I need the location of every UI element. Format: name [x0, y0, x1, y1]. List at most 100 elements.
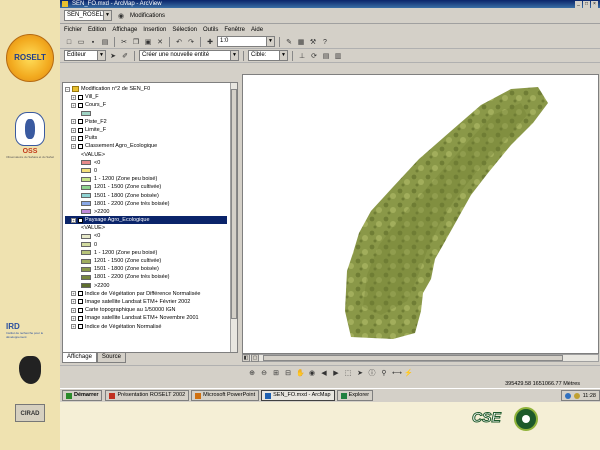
layer-visibility-checkbox[interactable] — [78, 102, 83, 108]
select-features-icon[interactable]: ⬚ — [343, 368, 353, 378]
layer-visibility-checkbox[interactable] — [78, 324, 83, 330]
fixed-zoom-in-icon[interactable]: ⊞ — [271, 368, 281, 378]
tab-source[interactable]: Source — [96, 353, 126, 363]
full-extent-icon[interactable]: ◉ — [307, 368, 317, 378]
expand-icon[interactable]: + — [71, 127, 76, 133]
menu-selection[interactable]: Sélection — [172, 27, 197, 33]
scrollbar-thumb[interactable] — [263, 355, 563, 361]
taskbar-button[interactable]: Présentation ROSELT 2002 — [105, 390, 190, 401]
fixed-zoom-out-icon[interactable]: ⊟ — [283, 368, 293, 378]
menu-window[interactable]: Fenêtre — [224, 27, 245, 33]
arrow-pointer-icon[interactable]: ➤ — [108, 51, 118, 61]
layer-visibility-checkbox[interactable] — [78, 291, 83, 297]
sketch-icon[interactable]: ✐ — [120, 51, 130, 61]
menu-tools[interactable]: Outils — [203, 27, 218, 33]
map-horizontal-scrollbar[interactable] — [242, 354, 599, 362]
layer-row[interactable]: + Piste_F2 — [65, 118, 227, 126]
zoom-in-icon[interactable]: ⊕ — [247, 368, 257, 378]
network-icon[interactable] — [564, 392, 571, 399]
add-data-icon[interactable]: ✚ — [205, 37, 215, 47]
find-icon[interactable]: ⚲ — [379, 368, 389, 378]
layer-row[interactable]: + Indice de Végétation par Différence Nor… — [65, 290, 227, 298]
menu-edit[interactable]: Edition — [88, 27, 106, 33]
expand-icon[interactable]: + — [71, 291, 76, 297]
modifications-label[interactable]: Modifications — [130, 13, 165, 19]
pan-icon[interactable]: ✋ — [295, 368, 305, 378]
layer-row[interactable]: + Paysage Agro_Ecologique — [65, 216, 227, 225]
layer-visibility-checkbox[interactable] — [78, 299, 83, 305]
expand-icon[interactable]: + — [71, 217, 76, 223]
measure-icon[interactable]: ⟷ — [391, 368, 402, 378]
chevron-down-icon[interactable]: ▼ — [279, 51, 287, 60]
expand-icon[interactable]: + — [71, 119, 76, 125]
copy-icon[interactable]: ❐ — [131, 37, 141, 47]
layer-visibility-checkbox[interactable] — [78, 307, 83, 313]
scrollbar-thumb[interactable] — [231, 89, 237, 319]
taskbar-button[interactable]: Microsoft PowerPoint — [191, 390, 260, 401]
layout-view-icon[interactable]: ▢ — [251, 354, 259, 362]
layer-row[interactable]: + Image satellite Landsat ETM+ Février 20… — [65, 298, 227, 306]
menu-view[interactable]: Affichage — [112, 27, 137, 33]
paste-icon[interactable]: ▣ — [143, 37, 153, 47]
back-extent-icon[interactable]: ◀ — [319, 368, 329, 378]
tab-display[interactable]: Affichage — [62, 353, 97, 363]
attributes-icon[interactable]: ▤ — [321, 51, 331, 61]
editor-toolbar-icon[interactable]: ✎ — [284, 37, 294, 47]
layer-row[interactable]: + Limite_F — [65, 126, 227, 134]
title-bar[interactable]: SEN_FO.mxd - ArcMap - ArcView _ □ × — [60, 0, 600, 8]
undo-icon[interactable]: ↶ — [174, 37, 184, 47]
delete-icon[interactable]: ✕ — [155, 37, 165, 47]
data-view-icon[interactable]: ◧ — [242, 354, 250, 362]
catalog-icon[interactable]: ▦ — [296, 37, 306, 47]
scale-combo[interactable]: 1:0 ▼ — [217, 36, 275, 47]
toc-root-frame[interactable]: − Modification n°2 de SEN_F0 — [65, 85, 227, 93]
layer-visibility-checkbox[interactable] — [78, 135, 83, 141]
hyperlink-icon[interactable]: ⚡ — [403, 368, 413, 378]
layer-visibility-checkbox[interactable] — [78, 315, 83, 321]
print-icon[interactable]: ▤ — [100, 37, 110, 47]
layer-row[interactable]: + Cours_F — [65, 101, 227, 109]
clock[interactable]: 11:28 — [583, 393, 596, 399]
expand-icon[interactable]: + — [71, 324, 76, 330]
layer-visibility-checkbox[interactable] — [78, 217, 83, 223]
rotate-icon[interactable]: ⟳ — [309, 51, 319, 61]
open-icon[interactable]: ▭ — [76, 37, 86, 47]
expand-icon[interactable]: + — [71, 102, 76, 108]
map-view[interactable] — [242, 74, 599, 354]
volume-icon[interactable] — [573, 392, 580, 399]
taskbar-button[interactable]: SEN_FO.mxd - ArcMap — [261, 390, 335, 401]
chevron-down-icon[interactable]: ▼ — [103, 11, 111, 20]
layer-row[interactable]: + Classement Agro_Ecologique — [65, 142, 227, 150]
start-button[interactable]: Démarrer — [62, 390, 103, 401]
expand-icon[interactable]: + — [71, 94, 76, 100]
layer-row[interactable]: + Image satellite Landsat ETM+ Novembre 2… — [65, 314, 227, 322]
expand-icon[interactable]: + — [71, 315, 76, 321]
whats-this-icon[interactable]: ? — [320, 37, 330, 47]
maximize-button[interactable]: □ — [583, 0, 590, 8]
expand-icon[interactable]: + — [71, 307, 76, 313]
split-icon[interactable]: ⊥ — [297, 51, 307, 61]
layer-visibility-checkbox[interactable] — [78, 127, 83, 133]
sketch-properties-icon[interactable]: ▥ — [333, 51, 343, 61]
expand-icon[interactable]: + — [71, 299, 76, 305]
chevron-down-icon[interactable]: ▼ — [97, 51, 105, 60]
new-icon[interactable]: □ — [64, 37, 74, 47]
expand-icon[interactable]: + — [71, 143, 76, 149]
layer-row[interactable]: + Vill_F — [65, 93, 227, 101]
expand-icon[interactable]: + — [71, 135, 76, 141]
identify-icon[interactable]: ⓘ — [367, 368, 377, 378]
editor-menu[interactable]: Editeur ▼ — [64, 50, 106, 61]
zoom-out-icon[interactable]: ⊖ — [259, 368, 269, 378]
globe-icon[interactable]: ◉ — [116, 11, 126, 21]
menu-insert[interactable]: Insertion — [143, 27, 166, 33]
chevron-down-icon[interactable]: ▼ — [266, 37, 274, 46]
map-canvas[interactable] — [243, 75, 599, 354]
target-combo[interactable]: Cible: ▼ — [248, 50, 288, 61]
cut-icon[interactable]: ✂ — [119, 37, 129, 47]
layer-visibility-checkbox[interactable] — [78, 94, 83, 100]
collapse-icon[interactable]: − — [65, 86, 70, 92]
close-button[interactable]: × — [591, 0, 598, 8]
select-elements-icon[interactable]: ➤ — [355, 368, 365, 378]
task-combo[interactable]: Créer une nouvelle entité ▼ — [139, 50, 239, 61]
layer-visibility-checkbox[interactable] — [78, 119, 83, 125]
